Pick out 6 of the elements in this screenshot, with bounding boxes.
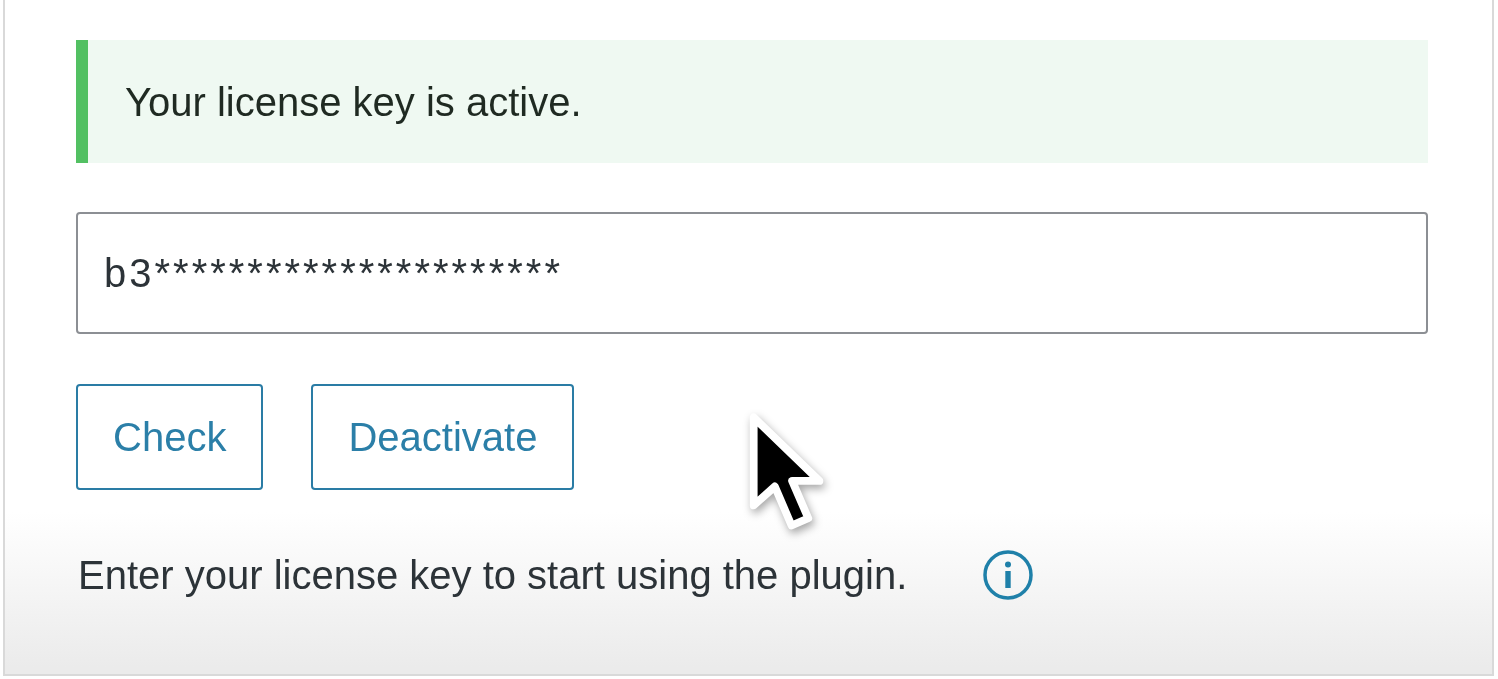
- description-text: Enter your license key to start using the plugin.: [78, 552, 908, 598]
- check-button[interactable]: Check: [76, 384, 264, 490]
- notice-message: Your license key is active.: [125, 78, 582, 125]
- info-icon[interactable]: [983, 550, 1034, 600]
- deactivate-button[interactable]: Deactivate: [311, 384, 575, 490]
- license-key-field[interactable]: b3**********************: [76, 212, 1428, 334]
